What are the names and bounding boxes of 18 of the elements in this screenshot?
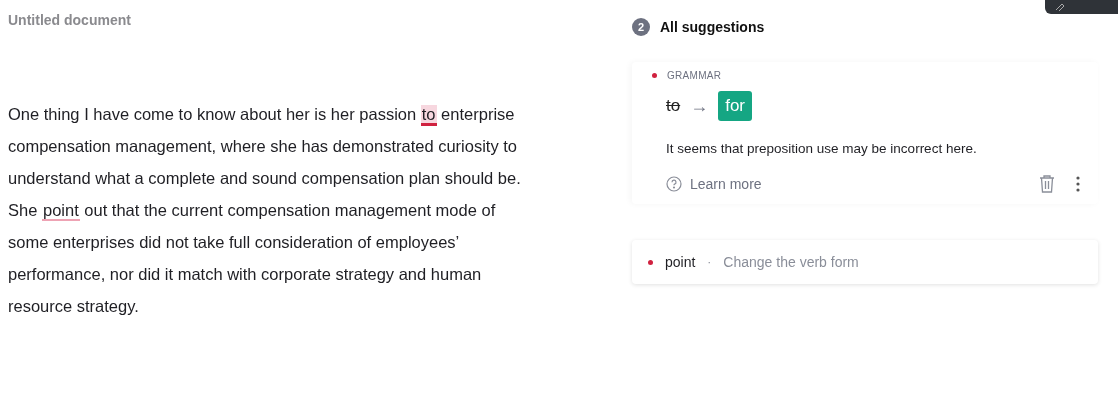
panel-title: All suggestions	[660, 19, 765, 35]
learn-more-link[interactable]: Learn more	[690, 176, 762, 192]
document-title: Untitled document	[8, 12, 132, 28]
category-label: GRAMMAR	[667, 70, 722, 81]
arrow-sign: →	[690, 95, 709, 117]
replacement-button[interactable]: for	[718, 91, 753, 121]
explanation-text: It seems that preposition use may be incorrect here.	[666, 141, 978, 156]
separator-dot: ·	[707, 255, 712, 269]
suggestion-hint: Change the verb form	[723, 254, 859, 270]
original-word: to	[666, 96, 681, 116]
pen-icon[interactable]	[1055, 3, 1065, 11]
more-icon[interactable]	[1076, 176, 1080, 192]
help-icon[interactable]	[666, 176, 682, 192]
suggestion-count: 2	[632, 18, 650, 36]
flagged-word: point	[665, 254, 696, 270]
trash-icon[interactable]	[1038, 174, 1056, 194]
document-paragraph: One thing I have come to know about her is her passion to enterprise compensation management, where she has demonstrated curiosity to understand what a complete and sound compensation plan should be. She point out that the current compensation management mode of some enterprises did not take full consideration of employees’ performance, nor did it match with corporate strategy and human resource strategy.	[8, 104, 522, 317]
suggestion-card[interactable]: point · Change the verb form	[632, 240, 1098, 284]
